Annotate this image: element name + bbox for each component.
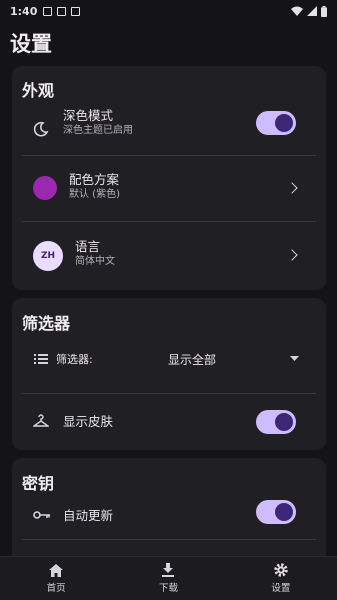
language-badge-text: ZH: [40, 251, 56, 261]
filter-label: 筛选器:: [56, 353, 93, 366]
color-swatch: [33, 176, 57, 200]
moon-icon: [33, 121, 49, 137]
toggle-knob: [275, 503, 293, 521]
image-notification-icon: [57, 6, 67, 16]
key-icon: [33, 511, 50, 519]
dark-mode-subtitle: 深色主题已启用: [63, 125, 133, 136]
color-scheme-subtitle: 默认 (紫色): [69, 189, 120, 200]
nav-item-download[interactable]: 下载: [112, 557, 224, 600]
nav-label-home: 首页: [46, 582, 66, 594]
status-indicators: [291, 5, 327, 17]
divider: [22, 221, 316, 222]
home-icon: [49, 563, 64, 577]
toggle-knob: [275, 114, 293, 132]
toggle-knob: [275, 413, 293, 431]
notification-icon: [43, 6, 53, 16]
nav-label-settings: 设置: [271, 583, 291, 594]
status-time: 1:40: [10, 4, 38, 18]
bottom-navigation: 首页 下载 设置: [0, 556, 337, 600]
language-badge: ZH: [33, 241, 63, 271]
chevron-right-icon: [286, 249, 298, 261]
keys-section-title: 密钥: [22, 474, 55, 493]
color-scheme-row[interactable]: 配色方案 默认 (紫色): [12, 163, 326, 213]
status-bar: 1:40: [0, 0, 337, 22]
nav-item-settings[interactable]: 设置: [225, 557, 337, 600]
nav-item-home[interactable]: 首页: [0, 557, 112, 600]
auto-update-row[interactable]: 自动更新: [12, 498, 326, 534]
gear-icon: [274, 563, 288, 577]
wifi-icon: [291, 6, 303, 16]
auto-update-toggle[interactable]: [256, 500, 296, 524]
show-skins-row[interactable]: 显示皮肤: [12, 402, 326, 442]
show-skins-title: 显示皮肤: [63, 414, 114, 429]
app-notification-icon: [71, 6, 81, 16]
auto-update-title: 自动更新: [63, 508, 114, 523]
hanger-icon: [33, 414, 49, 427]
page-title: 设置: [10, 32, 52, 56]
filter-select-value[interactable]: 显示全部: [168, 351, 216, 368]
nav-label-download: 下载: [158, 583, 178, 594]
color-scheme-title: 配色方案: [69, 172, 120, 187]
dark-mode-toggle[interactable]: [256, 111, 296, 135]
filters-card: 筛选器 筛选器: 显示全部 显示皮肤: [12, 298, 326, 450]
filters-section-title: 筛选器: [22, 314, 71, 333]
language-subtitle: 简体中文: [75, 256, 115, 267]
appearance-section-title: 外观: [22, 81, 55, 100]
divider: [22, 155, 316, 156]
signal-icon: [307, 6, 317, 16]
filter-dropdown-row[interactable]: 筛选器: 显示全部: [12, 342, 326, 376]
dark-mode-row[interactable]: 深色模式 深色主题已启用: [12, 106, 326, 154]
battery-icon: [321, 5, 327, 17]
divider: [22, 393, 316, 394]
appearance-card: 外观 深色模式 深色主题已启用 配色方案 默认 (紫色) ZH 语言 简体中文: [12, 66, 326, 290]
language-title: 语言: [75, 239, 101, 254]
show-skins-toggle[interactable]: [256, 410, 296, 434]
language-row[interactable]: ZH 语言 简体中文: [12, 229, 326, 281]
keys-card: 密钥 自动更新: [12, 458, 326, 566]
download-icon: [162, 563, 175, 577]
divider: [22, 539, 316, 540]
list-icon: [34, 354, 48, 364]
chevron-right-icon: [286, 182, 298, 194]
dark-mode-title: 深色模式: [63, 108, 114, 123]
dropdown-arrow-icon[interactable]: [290, 356, 299, 361]
